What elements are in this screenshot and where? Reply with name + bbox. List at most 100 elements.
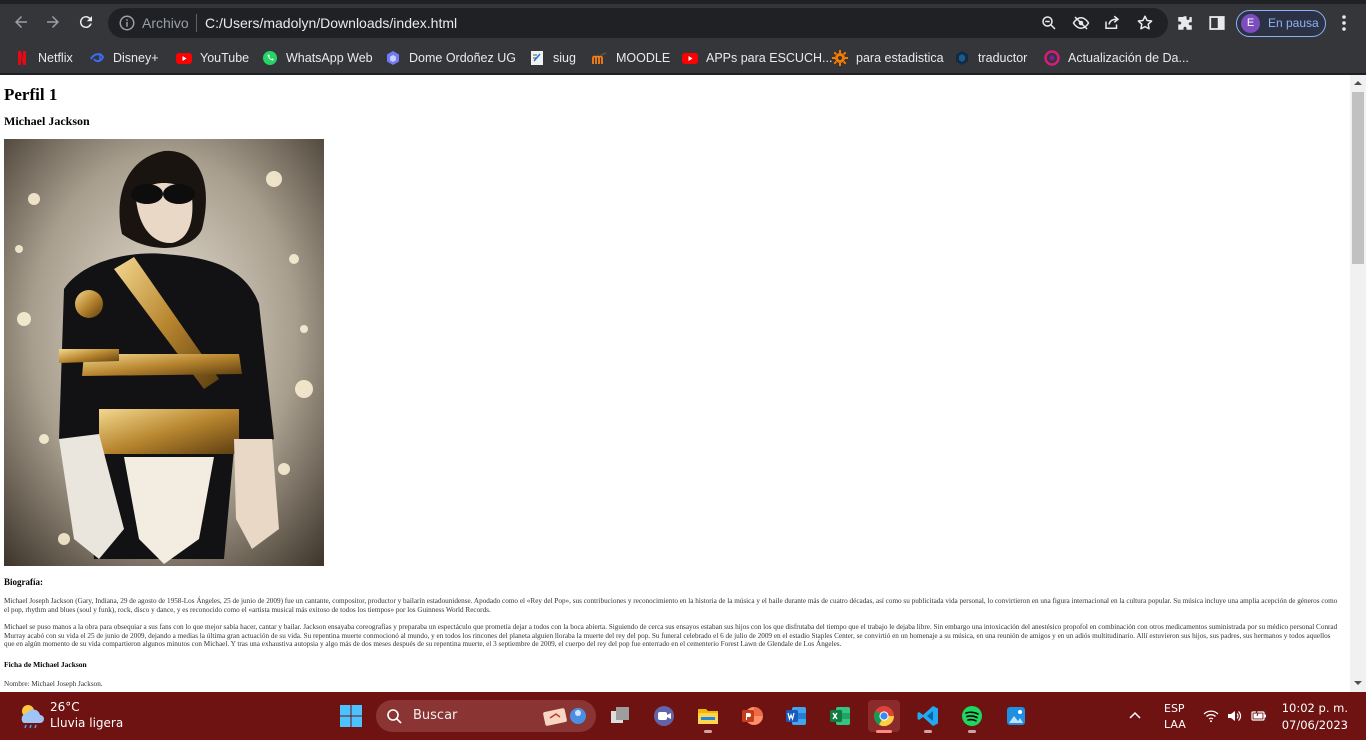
biography-paragraph: Michael Joseph Jackson (Gary, Indiana, 2…	[4, 597, 1338, 614]
bookmark-disney[interactable]: Disney+	[89, 49, 159, 67]
taskbar-file-explorer[interactable]	[692, 700, 724, 733]
youtube-icon	[682, 53, 698, 64]
bookmark-siug[interactable]: siug	[529, 49, 576, 67]
wifi-icon[interactable]	[1203, 708, 1219, 724]
bookmark-traductor[interactable]: traductor	[954, 49, 1027, 67]
clock-time[interactable]: 10:02 p. m.	[1276, 701, 1348, 715]
whatsapp-icon	[263, 51, 277, 65]
input-language[interactable]: ESP	[1164, 702, 1185, 715]
document-icon	[531, 51, 543, 65]
bookmark-label: Disney+	[113, 51, 159, 65]
bookmark-whatsapp[interactable]: WhatsApp Web	[262, 49, 373, 67]
back-icon	[15, 16, 27, 28]
share-icon[interactable]	[1103, 14, 1121, 32]
running-indicator	[924, 730, 932, 733]
ficha-nombre: Nombre: Michael Joseph Jackson.	[4, 680, 103, 688]
taskbar-teams[interactable]	[648, 700, 680, 732]
profile-name: Michael Jackson	[4, 114, 90, 128]
taskbar-word[interactable]	[780, 700, 812, 732]
forward-icon	[47, 16, 59, 28]
url-text[interactable]: C:/Users/madolyn/Downloads/index.html	[205, 15, 457, 31]
bookmark-label: MOODLE	[616, 51, 671, 65]
profile-photo	[4, 139, 324, 566]
chrome-icon	[874, 706, 895, 727]
bookmark-label: siug	[553, 51, 576, 65]
bookmark-estadistica[interactable]: para estadistica	[832, 49, 944, 67]
back-button[interactable]	[9, 10, 33, 34]
vscode-icon	[917, 706, 938, 726]
running-indicator	[704, 730, 712, 733]
bookmark-label: Actualización de Da...	[1068, 51, 1189, 65]
bookmark-netflix[interactable]: Netflix	[14, 49, 73, 67]
reload-icon	[79, 16, 92, 29]
running-indicator	[876, 730, 892, 733]
taskbar-task-view[interactable]	[604, 700, 636, 732]
taskbar-spotify[interactable]	[956, 700, 988, 733]
keyboard-layout[interactable]: LAA	[1164, 718, 1186, 731]
powerpoint-icon	[742, 707, 763, 725]
taskbar-vscode[interactable]	[912, 700, 944, 733]
spotify-icon	[962, 706, 982, 726]
bookmark-youtube[interactable]: YouTube	[176, 49, 249, 67]
scheme-label: Archivo	[142, 15, 189, 31]
task-view-icon	[611, 707, 629, 723]
scroll-thumb[interactable]	[1352, 92, 1364, 264]
circle-icon	[1044, 50, 1060, 66]
search-icon	[387, 709, 402, 724]
scroll-up-icon[interactable]	[1354, 79, 1362, 87]
taskbar-photos[interactable]	[1000, 700, 1032, 732]
bookmark-apps-escuchar[interactable]: APPs para ESCUCH...	[682, 49, 832, 67]
search-highlight-icon	[543, 708, 586, 726]
windows-start-icon[interactable]	[339, 704, 363, 728]
forward-button[interactable]	[41, 10, 65, 34]
bookmark-label: WhatsApp Web	[286, 51, 373, 65]
taskbar-chrome[interactable]	[868, 700, 900, 733]
taskbar-search[interactable]: Buscar	[376, 700, 596, 732]
teams-icon	[654, 706, 674, 726]
info-icon[interactable]	[118, 14, 136, 32]
more-vert-icon[interactable]	[1337, 14, 1351, 32]
taskbar-excel[interactable]	[824, 700, 856, 732]
scroll-down-icon[interactable]	[1354, 679, 1362, 687]
puzzle-icon[interactable]	[1176, 14, 1194, 32]
search-placeholder: Buscar	[413, 708, 458, 723]
taskbar: 26°C Lluvia ligera Buscar ESP LAA 10:02 …	[0, 692, 1366, 740]
profile-status: En pausa	[1268, 16, 1319, 30]
bookmark-label: Netflix	[38, 51, 73, 65]
shield-icon	[956, 51, 968, 65]
star-icon[interactable]	[1136, 14, 1154, 32]
netflix-icon	[18, 51, 26, 65]
bookmark-label: traductor	[978, 51, 1028, 65]
tab-strip	[0, 0, 1366, 4]
clock-date[interactable]: 07/06/2023	[1276, 718, 1348, 732]
file-explorer-icon	[698, 709, 718, 724]
profile-button[interactable]: E En pausa	[1236, 10, 1326, 37]
browser-toolbar: Archivo C:/Users/madolyn/Downloads/index…	[0, 0, 1366, 42]
page-scrollbar[interactable]	[1350, 75, 1366, 692]
zoom-icon[interactable]	[1040, 14, 1058, 32]
bookmark-label: APPs para ESCUCH...	[706, 51, 833, 65]
eye-off-icon[interactable]	[1072, 14, 1090, 32]
bookmark-actualizacion[interactable]: Actualización de Da...	[1044, 49, 1189, 67]
chevron-up-icon[interactable]	[1128, 709, 1142, 723]
taskbar-powerpoint[interactable]	[736, 700, 768, 732]
bookmark-label: YouTube	[200, 51, 250, 65]
weather-rain-icon[interactable]	[16, 701, 46, 729]
sidepanel-icon[interactable]	[1208, 14, 1226, 32]
avatar: E	[1241, 14, 1260, 33]
disney-icon	[90, 53, 105, 63]
bookmarks-bar: Netflix Disney+ YouTube WhatsApp Web Dom…	[0, 42, 1366, 74]
bookmark-dome[interactable]: Dome Ordoñez UG	[385, 49, 516, 67]
volume-icon[interactable]	[1226, 708, 1242, 724]
weather-temperature[interactable]: 26°C	[50, 700, 80, 714]
hexagon-icon	[387, 51, 399, 65]
battery-icon[interactable]	[1251, 708, 1267, 724]
youtube-icon	[176, 53, 192, 64]
running-indicator	[968, 730, 976, 733]
photos-icon	[1007, 707, 1025, 725]
reload-button[interactable]	[74, 10, 98, 34]
bookmark-moodle[interactable]: MOODLE	[592, 49, 670, 67]
word-icon	[786, 707, 806, 725]
weather-description[interactable]: Lluvia ligera	[50, 716, 123, 730]
address-bar[interactable]: Archivo C:/Users/madolyn/Downloads/index…	[108, 8, 1168, 38]
